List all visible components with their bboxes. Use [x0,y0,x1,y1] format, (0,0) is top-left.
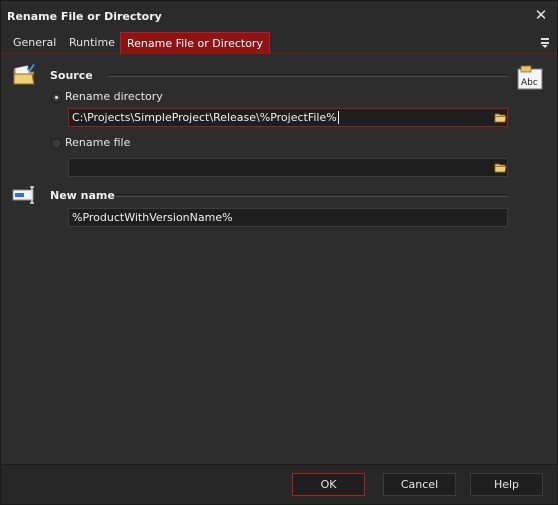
browse-folder-icon[interactable] [492,110,508,125]
dialog-footer: OK Cancel Help [1,464,557,504]
browse-file-icon[interactable] [492,160,508,175]
tab-bar: General Runtime Rename File or Directory [1,32,557,54]
file-path-input[interactable] [68,158,508,177]
help-button[interactable]: Help [470,473,543,496]
directory-path-value: C:\Projects\SimpleProject\Release\%Proje… [72,111,337,124]
rename-file-radio[interactable] [51,138,62,149]
rename-directory-label[interactable]: Rename directory [65,90,163,103]
new-name-divider [115,194,508,197]
rename-dialog: Rename File or Directory ✕ General Runti… [0,0,558,505]
title-bar: Rename File or Directory ✕ [1,1,557,32]
rename-directory-radio[interactable] [51,92,62,103]
tab-menu-icon[interactable] [539,36,551,48]
window-title: Rename File or Directory [7,10,162,23]
rename-cursor-icon [12,185,38,205]
new-name-section-label: New name [50,189,115,202]
svg-text:Abc: Abc [521,78,538,88]
tab-content: Source Abc Rename directory C:\Projects\… [3,55,555,465]
ok-button[interactable]: OK [292,473,365,496]
close-icon[interactable]: ✕ [533,7,549,23]
rename-file-label[interactable]: Rename file [65,136,130,149]
cancel-button[interactable]: Cancel [383,473,456,496]
tab-runtime[interactable]: Runtime [63,32,121,54]
new-name-input[interactable]: %ProductWithVersionName% [68,208,508,227]
source-divider [108,74,508,77]
folder-check-icon [12,63,36,87]
source-section-label: Source [50,69,93,82]
tab-general[interactable]: General [7,32,62,54]
tab-rename-file-or-directory[interactable]: Rename File or Directory [120,32,270,54]
directory-path-input[interactable]: C:\Projects\SimpleProject\Release\%Proje… [68,108,508,127]
abc-text-icon: Abc [516,65,546,91]
